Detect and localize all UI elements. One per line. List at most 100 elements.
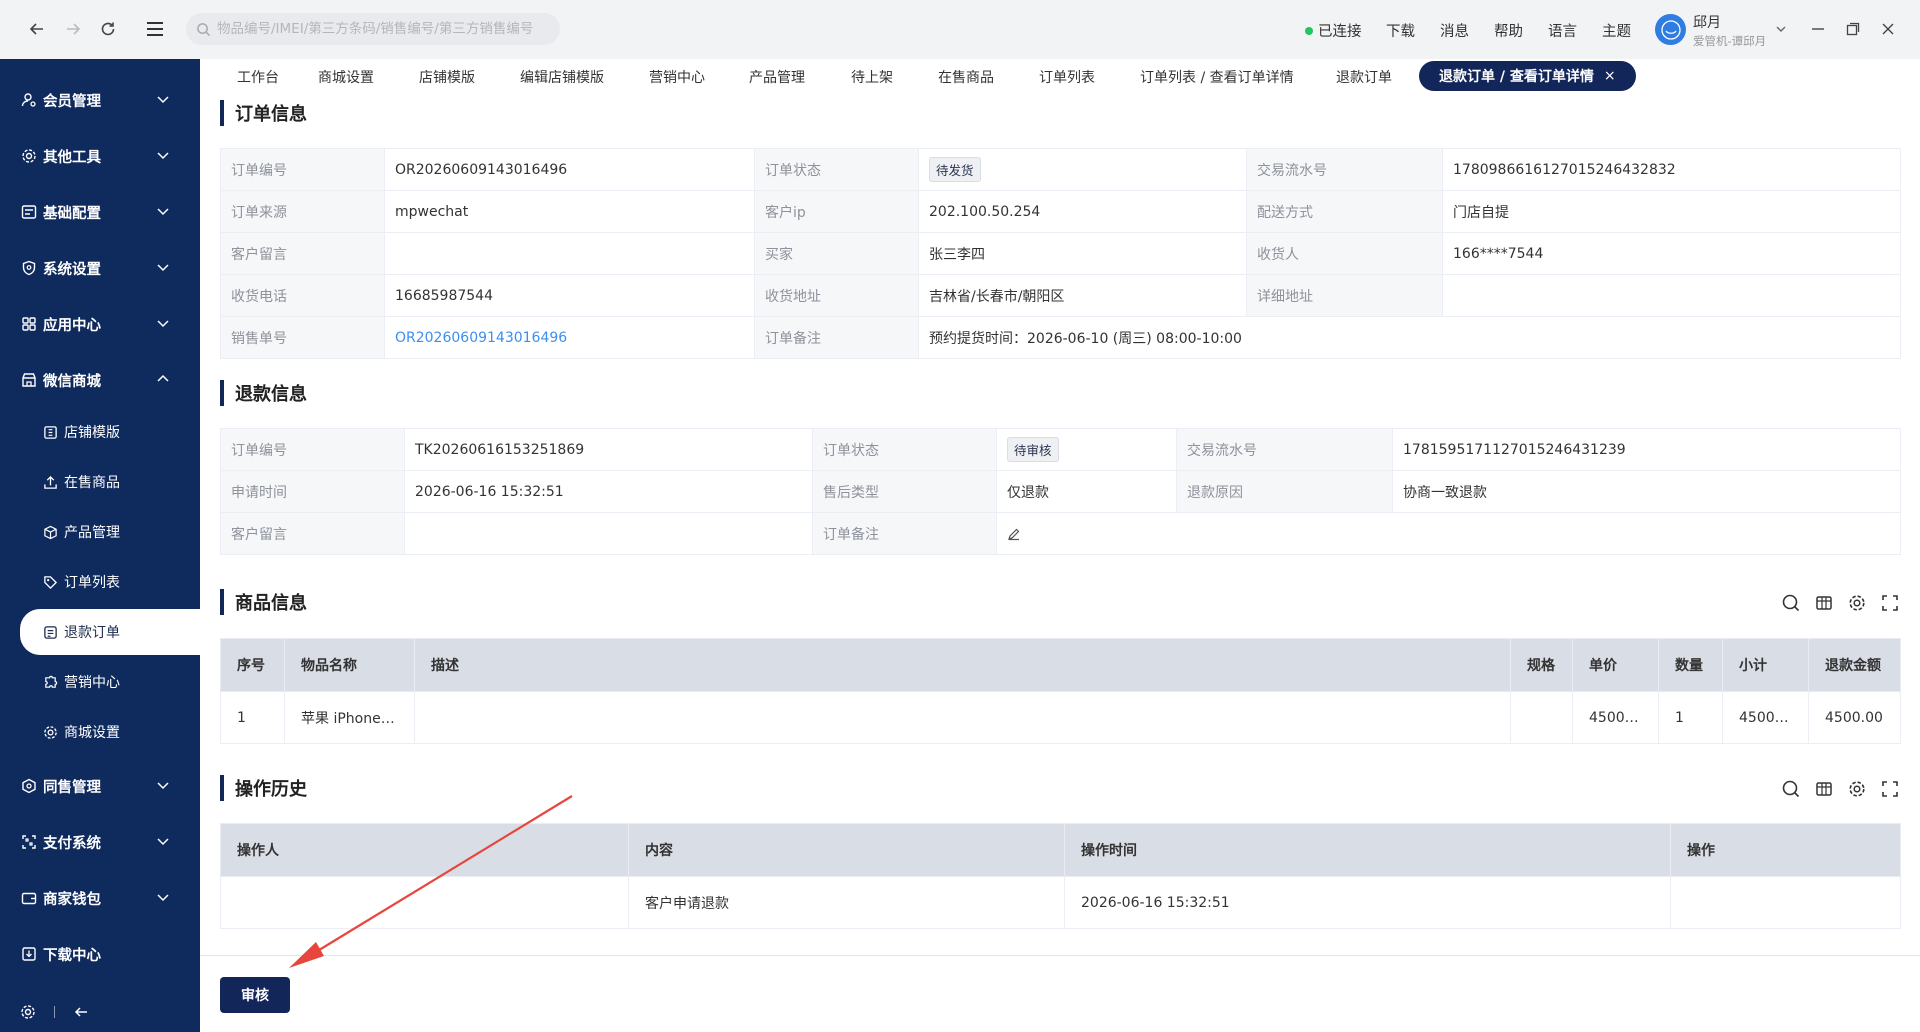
source-label: 订单来源 bbox=[220, 190, 385, 233]
chevron-down-icon bbox=[156, 316, 170, 330]
sidebar-group-member[interactable]: 会员管理 bbox=[0, 80, 200, 120]
col-header-index: 序号 bbox=[220, 638, 285, 692]
download-icon bbox=[20, 945, 38, 963]
col-header-action: 操作 bbox=[1670, 823, 1901, 877]
close-window-icon[interactable] bbox=[1875, 16, 1901, 42]
tab-refund-orders[interactable]: 退款订单 bbox=[1336, 67, 1392, 87]
search-icon[interactable] bbox=[1780, 592, 1802, 614]
tab-products[interactable]: 产品管理 bbox=[749, 67, 805, 87]
goods-info-title-text: 商品信息 bbox=[235, 593, 307, 614]
sidebar-group-apps[interactable]: 应用中心 bbox=[0, 304, 200, 344]
phone-value: 16685987544 bbox=[384, 274, 755, 317]
fullscreen-icon[interactable] bbox=[1879, 778, 1901, 800]
refresh-icon[interactable] bbox=[95, 16, 121, 42]
table-row: 订单编号 TK20260616153251869 订单状态 待审核 交易流水号 … bbox=[220, 428, 1901, 471]
user-dropdown-chevron-icon[interactable] bbox=[1768, 16, 1794, 42]
sidebar-item-refund-orders[interactable]: 退款订单 bbox=[20, 609, 200, 655]
sidebar-group-system[interactable]: 系统设置 bbox=[0, 248, 200, 288]
section-bar bbox=[220, 380, 224, 406]
apply-time-value: 2026-06-16 15:32:51 bbox=[404, 470, 813, 513]
order-info-title: 订单信息 bbox=[220, 100, 307, 126]
order-no-value: OR20260609143016496 bbox=[384, 148, 755, 191]
tab-order-list[interactable]: 订单列表 bbox=[1039, 67, 1095, 87]
sale-no-link[interactable]: OR20260609143016496 bbox=[395, 330, 567, 346]
history-title: 操作历史 bbox=[220, 775, 307, 801]
sidebar-item-marketing[interactable]: 营销中心 bbox=[20, 659, 200, 705]
sidebar-group-payment[interactable]: 支付系统 bbox=[0, 822, 200, 862]
goods-toolbar bbox=[1780, 592, 1901, 614]
back-icon[interactable] bbox=[24, 16, 50, 42]
tab-workbench[interactable]: 工作台 bbox=[237, 67, 279, 87]
top-menu-theme[interactable]: 主题 bbox=[1602, 20, 1631, 41]
column-settings-icon[interactable] bbox=[1813, 592, 1835, 614]
gear-icon[interactable] bbox=[1846, 592, 1868, 614]
client-ip-value: 202.100.50.254 bbox=[918, 190, 1247, 233]
delivery-value: 门店自提 bbox=[1442, 190, 1901, 233]
table-row: 销售单号 OR20260609143016496 订单备注 预约提货时间：202… bbox=[220, 316, 1901, 359]
sidebar-item-products[interactable]: 产品管理 bbox=[20, 509, 200, 555]
sidebar-group-label: 应用中心 bbox=[43, 317, 101, 334]
tab-order-detail[interactable]: 订单列表 / 查看订单详情 bbox=[1140, 67, 1294, 87]
fullscreen-icon[interactable] bbox=[1879, 592, 1901, 614]
table-row: 客户申请退款 2026-06-16 15:32:51 bbox=[220, 876, 1901, 929]
tab-mall-settings[interactable]: 商城设置 bbox=[318, 67, 374, 87]
gear-icon bbox=[20, 147, 38, 165]
audit-button[interactable]: 审核 bbox=[220, 977, 290, 1013]
sidebar-group-tools[interactable]: 其他工具 bbox=[0, 136, 200, 176]
top-menu-download[interactable]: 下载 bbox=[1386, 20, 1415, 41]
col-header-operator: 操作人 bbox=[220, 823, 629, 877]
chevron-up-icon bbox=[156, 372, 170, 386]
user-name[interactable]: 邱月 bbox=[1693, 12, 1721, 32]
sidebar-group-label: 微信商城 bbox=[43, 373, 101, 390]
cell-operator bbox=[220, 876, 629, 929]
sidebar-group-wallet[interactable]: 商家钱包 bbox=[0, 878, 200, 918]
tab-marketing[interactable]: 营销中心 bbox=[649, 67, 705, 87]
tab-pending-listing[interactable]: 待上架 bbox=[851, 67, 893, 87]
sidebar-group-wechat-mall[interactable]: 微信商城 bbox=[0, 360, 200, 400]
order-info-table: 订单编号 OR20260609143016496 订单状态 待发货 交易流水号 … bbox=[220, 148, 1901, 359]
sidebar-group-download[interactable]: 下载中心 bbox=[0, 934, 200, 974]
menu-icon[interactable] bbox=[142, 16, 168, 42]
tab-refund-detail[interactable]: 退款订单 / 查看订单详情 × bbox=[1419, 61, 1636, 91]
chevron-down-icon bbox=[156, 834, 170, 848]
tab-store-template[interactable]: 店铺模版 bbox=[419, 67, 475, 87]
maximize-icon[interactable] bbox=[1840, 16, 1866, 42]
refund-reason-value: 协商一致退款 bbox=[1392, 470, 1901, 513]
order-note-label: 订单备注 bbox=[754, 316, 919, 359]
cell-time: 2026-06-16 15:32:51 bbox=[1064, 876, 1671, 929]
address-label: 收货地址 bbox=[754, 274, 919, 317]
forward-icon[interactable] bbox=[60, 16, 86, 42]
sidebar-group-co-sale[interactable]: 同售管理 bbox=[0, 766, 200, 806]
top-menu-help[interactable]: 帮助 bbox=[1494, 20, 1523, 41]
minimize-icon[interactable] bbox=[1805, 16, 1831, 42]
collapse-sidebar-icon[interactable] bbox=[73, 1004, 89, 1020]
search-input[interactable] bbox=[217, 21, 547, 37]
connection-status: 已连接 bbox=[1305, 20, 1362, 41]
phone-label: 收货电话 bbox=[220, 274, 385, 317]
chevron-down-icon bbox=[156, 890, 170, 904]
close-tab-icon[interactable]: × bbox=[1604, 68, 1616, 84]
table-row: 1 苹果 iPhone ... 4500.00 1 4500.00 4500.0… bbox=[220, 691, 1901, 744]
sidebar-item-on-sale[interactable]: 在售商品 bbox=[20, 459, 200, 505]
puzzle-icon bbox=[42, 674, 59, 691]
chevron-down-icon bbox=[156, 148, 170, 162]
avatar[interactable] bbox=[1655, 14, 1686, 45]
sidebar-item-store-template[interactable]: 店铺模版 bbox=[20, 409, 200, 455]
gear-icon[interactable] bbox=[1846, 778, 1868, 800]
top-menu-messages[interactable]: 消息 bbox=[1440, 20, 1469, 41]
order-info-title-text: 订单信息 bbox=[235, 104, 307, 125]
sidebar-item-order-list[interactable]: 订单列表 bbox=[20, 559, 200, 605]
order-note-value: 预约提货时间：2026-06-10 (周三) 08:00-10:00 bbox=[918, 316, 1901, 359]
refund-status-label: 订单状态 bbox=[812, 428, 997, 471]
settings-icon[interactable] bbox=[20, 1004, 36, 1020]
sidebar-item-mall-settings[interactable]: 商城设置 bbox=[20, 709, 200, 755]
search-icon[interactable] bbox=[1780, 778, 1802, 800]
edit-pen-icon[interactable] bbox=[1007, 527, 1890, 541]
table-row: 申请时间 2026-06-16 15:32:51 售后类型 仅退款 退款原因 协… bbox=[220, 470, 1901, 513]
top-menu-language[interactable]: 语言 bbox=[1548, 20, 1577, 41]
sidebar-group-config[interactable]: 基础配置 bbox=[0, 192, 200, 232]
sidebar-group-label: 商家钱包 bbox=[43, 891, 101, 908]
tab-edit-store-template[interactable]: 编辑店铺模版 bbox=[520, 67, 604, 87]
column-settings-icon[interactable] bbox=[1813, 778, 1835, 800]
tab-on-sale[interactable]: 在售商品 bbox=[938, 67, 994, 87]
